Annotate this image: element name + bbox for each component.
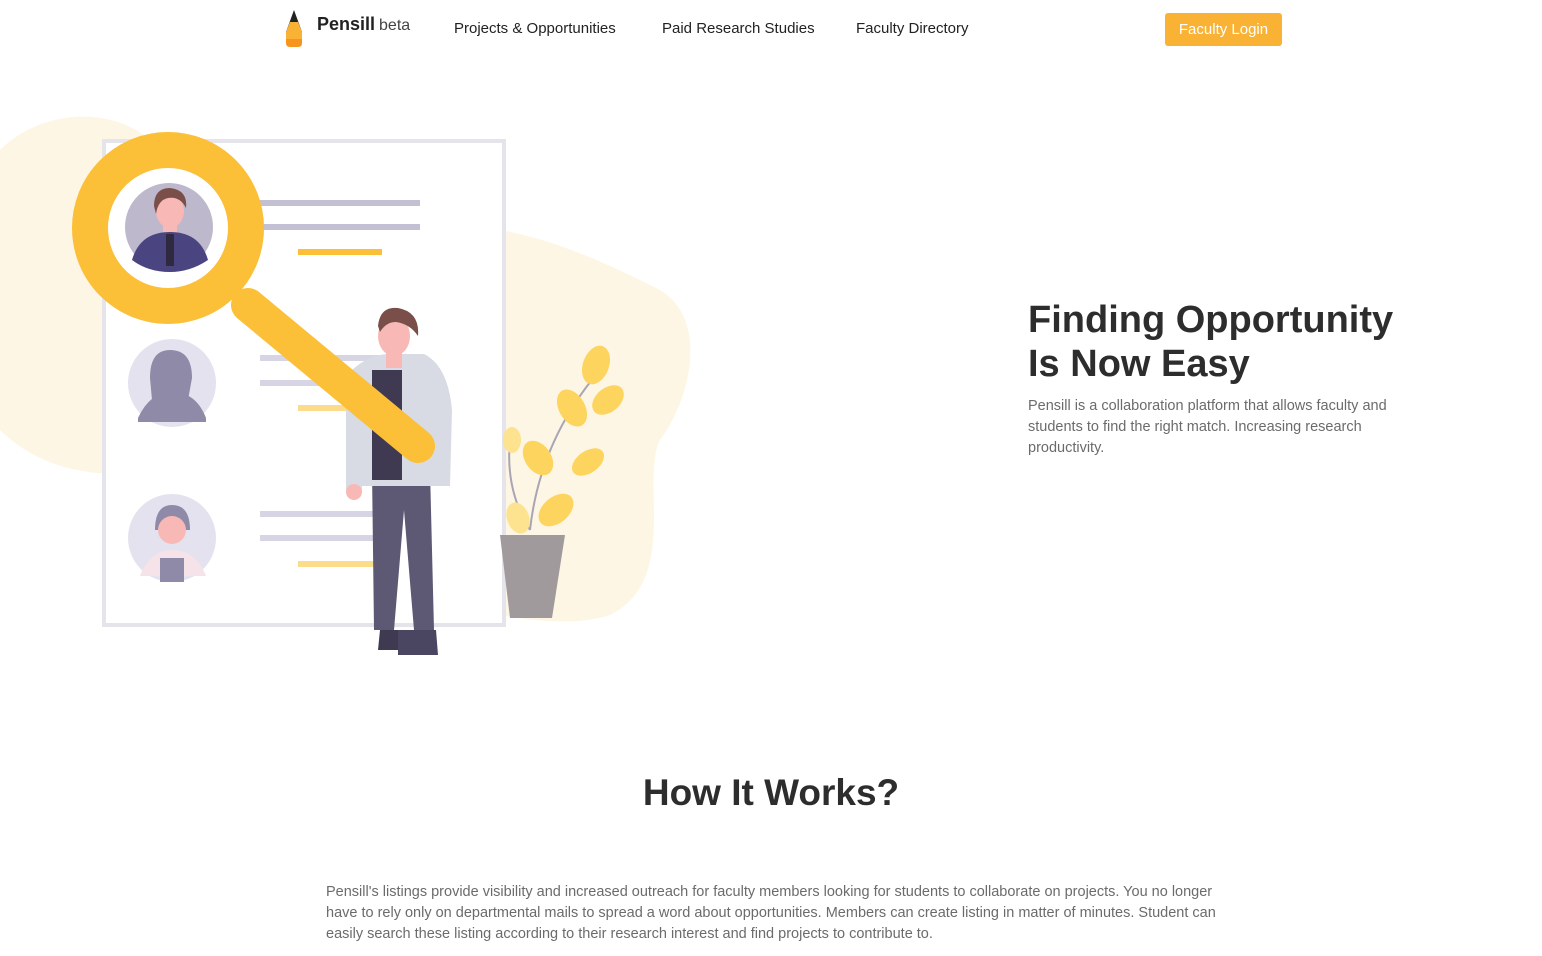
profile-avatar-3-icon: [128, 494, 216, 582]
how-it-works-description: Pensill's listings provide visibility an…: [326, 884, 1216, 942]
brand-label: Pensill: [317, 14, 376, 34]
profile-avatar-2-icon: [128, 339, 216, 427]
nav-link-faculty-directory[interactable]: Faculty Directory: [856, 20, 969, 37]
hero-illustration: [0, 116, 691, 655]
brand-name[interactable]: Pensill beta: [317, 14, 410, 35]
brand-beta-tag: beta: [379, 17, 411, 34]
top-navbar: Pensill beta Projects & Opportunities Pai…: [0, 0, 1542, 58]
faculty-login-button[interactable]: Faculty Login: [1165, 13, 1282, 46]
hero-title: Finding Opportunity Is Now Easy: [1028, 298, 1448, 386]
nav-link-paid-studies[interactable]: Paid Research Studies: [662, 20, 815, 37]
hero-description: Pensill is a collaboration platform that…: [1028, 398, 1387, 456]
hero-title-line-1: Finding Opportunity: [1028, 299, 1394, 341]
pencil-logo-icon[interactable]: [282, 10, 306, 48]
nav-link-projects[interactable]: Projects & Opportunities: [454, 20, 616, 37]
how-it-works-title: How It Works?: [642, 772, 900, 813]
hero-title-line-2: Is Now Easy: [1028, 343, 1250, 385]
